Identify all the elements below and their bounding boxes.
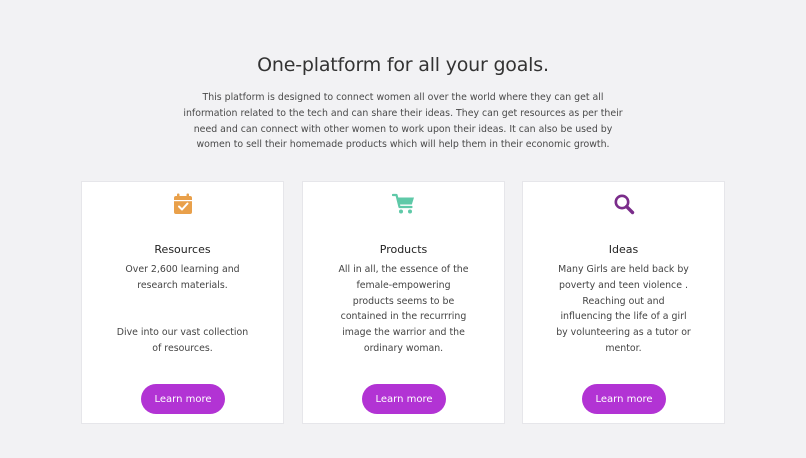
card-text-line: mentor. — [605, 342, 642, 354]
card-ideas: Ideas Many Girls are held back by povert… — [522, 181, 725, 424]
card-text-line: Many Girls are held back by — [558, 264, 689, 275]
card-text-line: research materials. — [137, 279, 228, 291]
card-text-line: female-empowering — [356, 279, 451, 291]
card-text-line: ordinary woman. — [363, 342, 444, 354]
card-title-ideas: Ideas — [608, 243, 639, 256]
calendar-check-icon — [82, 193, 283, 217]
card-text-line: contained in the recurrring — [340, 311, 467, 323]
card-text-line: by volunteering as a tutor or — [556, 327, 691, 339]
card-text-line: All in all, the essence of the — [338, 264, 469, 275]
card-text-line: Reaching out and — [582, 295, 665, 307]
card-resources: Resources Over 2,600 learning and resear… — [81, 181, 284, 424]
card-text-products: All in all, the essence of the female-em… — [303, 262, 504, 357]
card-text-line: influencing the life of a girl — [560, 311, 687, 323]
card-text-line: products seems to be — [352, 295, 455, 307]
card-text-line: Dive into our vast collection — [116, 327, 249, 339]
card-title-resources: Resources — [154, 243, 211, 256]
card-text-line: Over 2,600 learning and — [125, 264, 240, 275]
section-title: One-platform for all your goals. — [257, 54, 549, 76]
learn-more-button-resources[interactable]: Learn more — [141, 384, 225, 414]
card-text-line: image the warrior and the — [342, 327, 465, 339]
card-text-line: poverty and teen violence . — [559, 279, 688, 291]
card-products: Products All in all, the essence of the … — [302, 181, 505, 424]
search-icon — [523, 193, 724, 217]
card-text-line: of resources. — [152, 342, 213, 354]
card-title-products: Products — [379, 243, 428, 256]
section-description: This platform is designed to connect wom… — [183, 92, 623, 151]
learn-more-button-products[interactable]: Learn more — [362, 384, 446, 414]
card-text-resources: Over 2,600 learning and research materia… — [82, 262, 283, 357]
learn-more-button-ideas[interactable]: Learn more — [582, 384, 666, 414]
card-text-ideas: Many Girls are held back by poverty and … — [523, 262, 724, 357]
shopping-cart-icon — [303, 193, 504, 217]
